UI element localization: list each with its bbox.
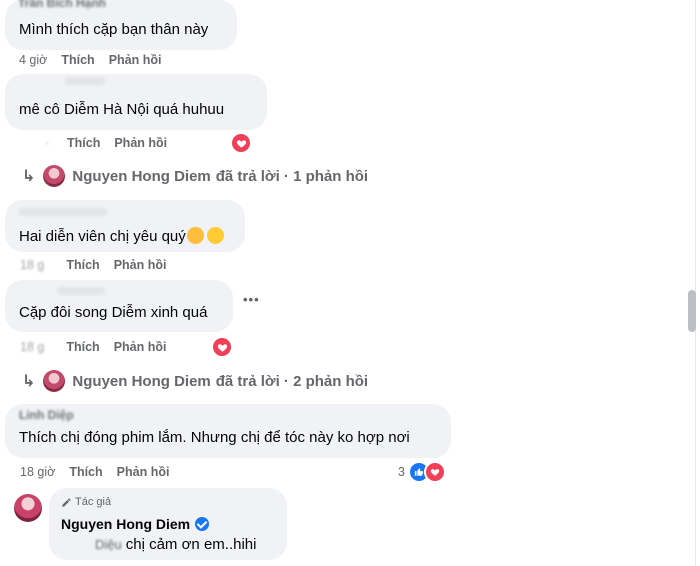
comment-bubble: Trần Bích Hạnh Mình thích cặp bạn thân n… bbox=[5, 0, 237, 50]
love-reaction-icon[interactable] bbox=[211, 336, 233, 358]
reply-button[interactable]: Phản hồi bbox=[109, 53, 162, 67]
reply-author-name: Nguyen Hong Diem bbox=[72, 372, 211, 390]
comment-author-name[interactable] bbox=[65, 77, 105, 85]
love-reaction-icon[interactable] bbox=[424, 461, 446, 483]
author-name[interactable]: Nguyen Hong Diem bbox=[61, 516, 210, 532]
reply-button[interactable]: Phản hồi bbox=[117, 465, 170, 479]
smiling-face-icon bbox=[206, 227, 224, 244]
verified-badge-icon bbox=[195, 517, 210, 531]
love-reaction-icon[interactable] bbox=[230, 132, 252, 154]
scrollbar-track bbox=[695, 0, 696, 566]
comment-author-name[interactable]: Linh Diệp bbox=[19, 408, 74, 422]
comment-meta: 18 g Thích Phản hồi bbox=[20, 258, 166, 272]
reply-arrow-icon: ↳ bbox=[22, 373, 36, 390]
comment-author-name[interactable] bbox=[57, 287, 105, 295]
comment-meta: 4 giờ Thích Phản hồi bbox=[19, 53, 161, 67]
comment-bubble: Linh Diệp Thích chị đóng phim lắm. Nhưng… bbox=[5, 404, 451, 458]
reaction-count[interactable]: 3 bbox=[398, 465, 405, 479]
comment-author-name[interactable] bbox=[19, 208, 107, 216]
reply-count-text: đã trả lời · 2 phản hồi bbox=[215, 372, 369, 390]
more-options-icon[interactable]: ••• bbox=[243, 292, 260, 307]
like-button[interactable]: Thích bbox=[61, 53, 94, 67]
like-button[interactable]: Thích bbox=[67, 136, 100, 150]
reply-arrow-icon: ↳ bbox=[22, 168, 36, 185]
mention-tag[interactable]: Diệu bbox=[95, 537, 122, 552]
reply-button[interactable]: Phản hồi bbox=[114, 258, 167, 272]
like-button[interactable]: Thích bbox=[66, 340, 99, 354]
comment-time[interactable]: 18 giờ bbox=[20, 465, 55, 479]
like-button[interactable]: Thích bbox=[66, 258, 99, 272]
view-replies-link[interactable]: ↳ Nguyen Hong Diem đã trả lời · 1 phản h… bbox=[22, 165, 368, 187]
reply-count-text: đã trả lời · 1 phản hồi bbox=[215, 167, 369, 185]
author-badge-label: Tác giả bbox=[75, 496, 112, 508]
comment-author-name[interactable]: Trần Bích Hạnh bbox=[18, 0, 106, 10]
pencil-icon bbox=[62, 497, 71, 507]
scrollbar-thumb[interactable] bbox=[688, 290, 696, 332]
comment-text: Cặp đôi song Diễm xinh quá bbox=[19, 304, 208, 321]
author-reply-content: chị cảm ơn em..hihi bbox=[125, 536, 257, 553]
reply-button[interactable]: Phản hồi bbox=[114, 340, 167, 354]
reply-button[interactable]: Phản hồi bbox=[114, 136, 167, 150]
comment-text: mê cô Diễm Hà Nội quá huhuu bbox=[19, 101, 225, 118]
comment-text: Thích chị đóng phim lắm. Nhưng chị để tó… bbox=[19, 429, 410, 446]
author-name-text: Nguyen Hong Diem bbox=[61, 516, 191, 532]
comment-meta: · Thích Phản hồi bbox=[45, 136, 167, 150]
comment-bubble: Hai diễn viên chị yêu quý bbox=[5, 200, 245, 252]
comment-text: Hai diễn viên chị yêu quý bbox=[19, 227, 224, 245]
comment-meta: 18 g Thích Phản hồi bbox=[20, 340, 166, 354]
author-avatar[interactable] bbox=[14, 494, 42, 522]
comment-bubble: Cặp đôi song Diễm xinh quá bbox=[5, 280, 233, 332]
comment-time[interactable]: 18 g bbox=[20, 340, 44, 354]
comment-time[interactable]: 4 giờ bbox=[19, 53, 47, 67]
like-button[interactable]: Thích bbox=[69, 465, 102, 479]
comment-time[interactable]: 18 g bbox=[20, 258, 44, 272]
view-replies-link[interactable]: ↳ Nguyen Hong Diem đã trả lời · 2 phản h… bbox=[22, 370, 368, 392]
comment-text: Mình thích cặp bạn thân này bbox=[19, 21, 209, 38]
author-reply-bubble: Tác giả Nguyen Hong Diem Diệu chị cảm ơn … bbox=[49, 488, 287, 560]
smiling-face-with-hearts-icon bbox=[186, 227, 204, 244]
comment-time[interactable]: · bbox=[45, 136, 53, 150]
avatar bbox=[43, 165, 66, 187]
avatar bbox=[43, 370, 66, 392]
comment-bubble: mê cô Diễm Hà Nội quá huhuu bbox=[5, 74, 267, 130]
author-reply-text: Diệu chị cảm ơn em..hihi bbox=[95, 536, 256, 553]
comment-text-content: Hai diễn viên chị yêu quý bbox=[19, 228, 186, 245]
comment-meta: 18 giờ Thích Phản hồi bbox=[20, 465, 169, 479]
reply-author-name: Nguyen Hong Diem bbox=[72, 167, 211, 185]
author-badge: Tác giả bbox=[61, 496, 111, 508]
